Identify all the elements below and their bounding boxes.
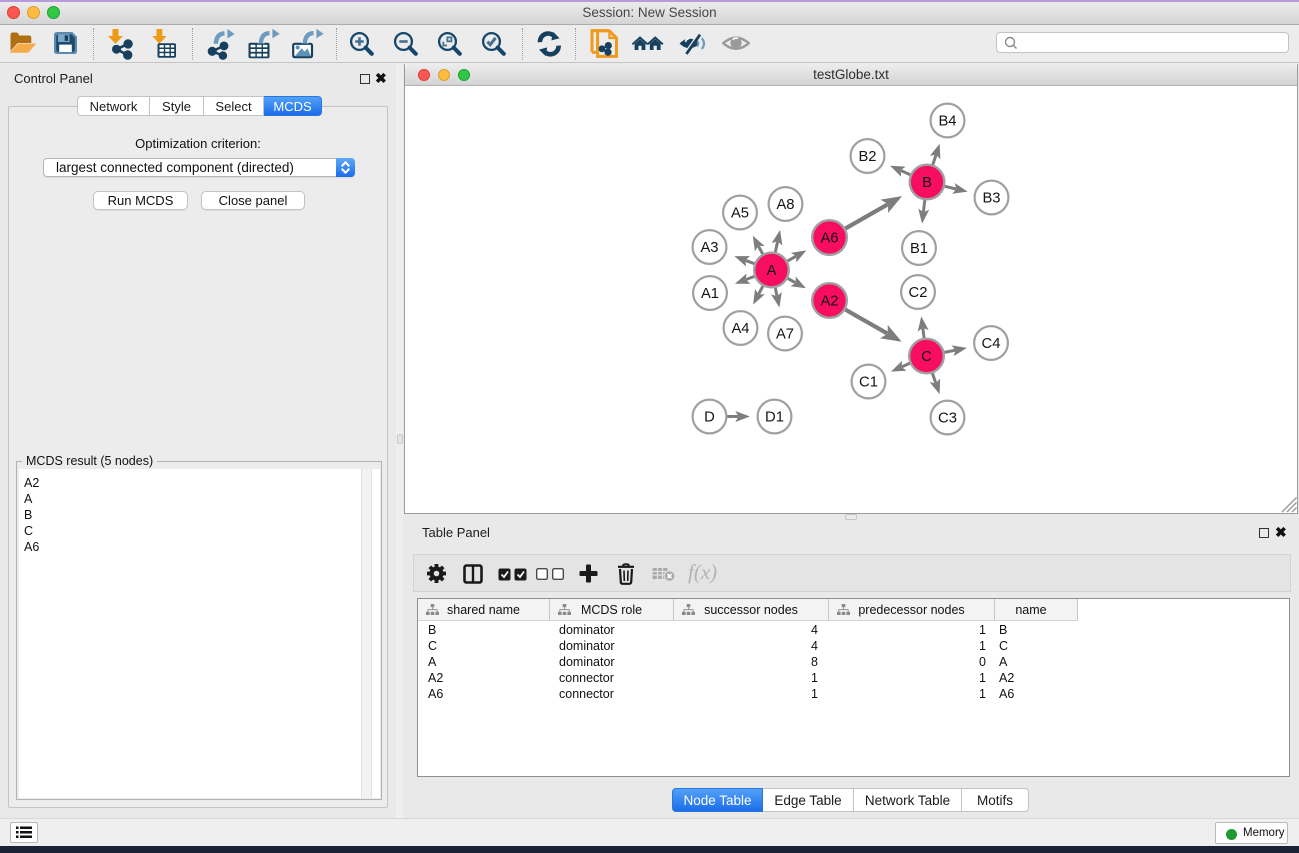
svg-text:C2: C2 [909,285,928,301]
svg-text:C3: C3 [938,411,957,427]
svg-text:C4: C4 [982,336,1001,352]
svg-text:B4: B4 [938,114,956,130]
svg-text:A3: A3 [700,240,718,256]
svg-text:A2: A2 [820,294,838,310]
svg-text:A6: A6 [820,231,838,247]
svg-text:B2: B2 [858,149,876,165]
svg-text:B: B [922,175,932,191]
svg-text:C: C [921,349,932,365]
svg-text:A8: A8 [776,197,794,213]
svg-text:B3: B3 [982,191,1000,207]
svg-text:A5: A5 [731,206,749,222]
svg-text:A1: A1 [701,286,719,302]
svg-text:A7: A7 [776,327,794,343]
svg-text:B1: B1 [910,241,928,257]
svg-text:A: A [767,263,777,279]
svg-text:A4: A4 [731,321,749,337]
svg-text:D1: D1 [765,410,784,426]
svg-text:C1: C1 [859,375,878,391]
svg-text:D: D [704,410,715,426]
